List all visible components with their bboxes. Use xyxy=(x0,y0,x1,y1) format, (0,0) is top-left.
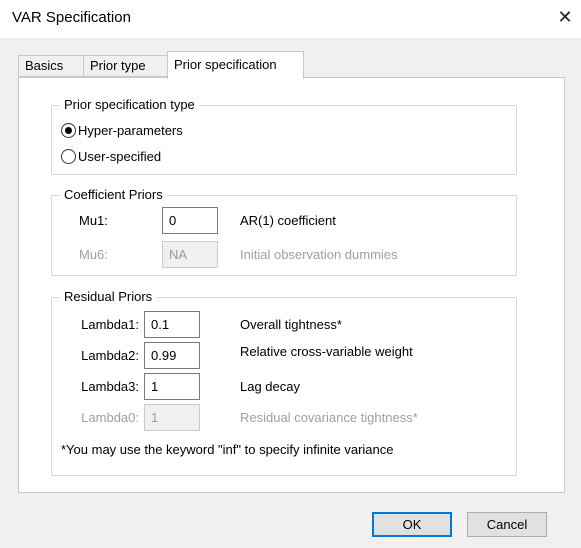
mu6-input: NA xyxy=(162,241,218,268)
prior-specification-panel: Prior specification type Hyper-parameter… xyxy=(18,77,565,493)
lambda2-label: Lambda2: xyxy=(81,348,139,363)
lambda2-input[interactable]: 0.99 xyxy=(144,342,200,369)
lambda0-label: Lambda0: xyxy=(81,410,139,425)
close-icon[interactable]: ✕ xyxy=(553,5,577,29)
hyper-parameters-radio[interactable]: Hyper-parameters xyxy=(61,120,183,140)
mu1-input[interactable]: 0 xyxy=(162,207,218,234)
ok-button[interactable]: OK xyxy=(372,512,452,537)
user-specified-radio[interactable]: User-specified xyxy=(61,146,161,166)
lambda0-description: Residual covariance tightness* xyxy=(240,410,418,425)
radio-unchecked-icon xyxy=(61,148,76,164)
tab-basics[interactable]: Basics xyxy=(18,55,84,77)
lambda1-label: Lambda1: xyxy=(81,317,139,332)
tab-prior-specification[interactable]: Prior specification xyxy=(167,51,304,79)
coefficient-priors-label: Coefficient Priors xyxy=(60,187,167,202)
residual-priors-group: Residual Priors Lambda1: 0.1 Overall tig… xyxy=(51,289,517,476)
mu1-label: Mu1: xyxy=(79,213,108,228)
radio-checked-icon xyxy=(61,122,76,138)
tab-prior-type[interactable]: Prior type xyxy=(83,55,168,77)
mu1-description: AR(1) coefficient xyxy=(240,213,336,228)
var-specification-dialog: VAR Specification ✕ Basics Prior type Pr… xyxy=(0,0,581,548)
prior-spec-type-group: Prior specification type Hyper-parameter… xyxy=(51,97,517,175)
lambda3-input[interactable]: 1 xyxy=(144,373,200,400)
cancel-button[interactable]: Cancel xyxy=(467,512,547,537)
user-specified-label: User-specified xyxy=(78,148,162,164)
lambda2-description: Relative cross-variable weight xyxy=(240,344,413,359)
dialog-title: VAR Specification xyxy=(12,9,131,26)
prior-spec-type-label: Prior specification type xyxy=(60,97,199,112)
coefficient-priors-group: Coefficient Priors Mu1: 0 AR(1) coeffici… xyxy=(51,187,517,276)
lambda0-input: 1 xyxy=(144,404,200,431)
inf-keyword-note: *You may use the keyword "inf" to specif… xyxy=(61,442,394,457)
lambda3-description: Lag decay xyxy=(240,379,300,394)
hyper-parameters-label: Hyper-parameters xyxy=(78,122,183,138)
lambda1-input[interactable]: 0.1 xyxy=(144,311,200,338)
title-bar: VAR Specification ✕ xyxy=(0,0,581,38)
lambda3-label: Lambda3: xyxy=(81,379,139,394)
lambda1-description: Overall tightness* xyxy=(240,317,342,332)
mu6-label: Mu6: xyxy=(79,247,108,262)
mu6-description: Initial observation dummies xyxy=(240,247,398,262)
residual-priors-label: Residual Priors xyxy=(60,289,157,304)
